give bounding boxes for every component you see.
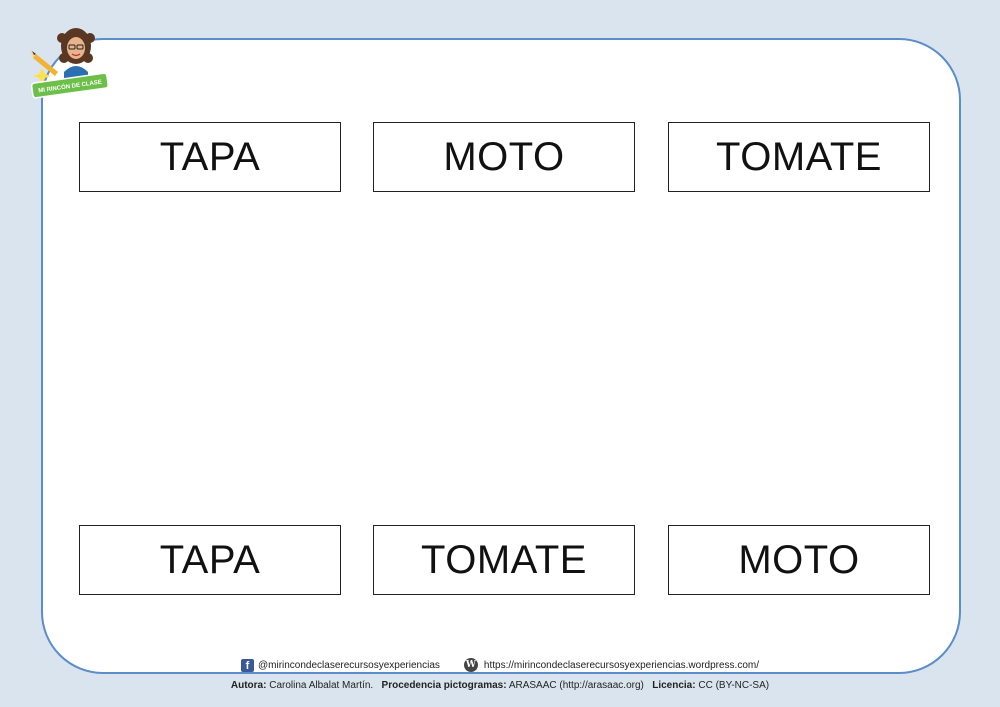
- author-label: Autora:: [230, 680, 267, 691]
- word-card-top-2[interactable]: MOTO: [373, 122, 635, 192]
- facebook-handle: @mirincondeclaserecursosyexperiencias: [257, 659, 440, 671]
- website-link[interactable]: W https://mirincondeclaserecursosyexperi…: [463, 658, 760, 672]
- word-card-bottom-3[interactable]: MOTO: [668, 525, 930, 595]
- word-label: TOMATE: [716, 134, 882, 179]
- mi-rincon-de-clase-logo: MI RINCÓN DE CLASE: [30, 28, 109, 99]
- word-card-bottom-1[interactable]: TAPA: [79, 525, 341, 595]
- facebook-icon: f: [240, 658, 254, 672]
- word-card-bottom-2[interactable]: TOMATE: [373, 525, 635, 595]
- word-card-top-1[interactable]: TAPA: [79, 122, 341, 192]
- word-label: MOTO: [443, 134, 565, 179]
- pictos-value: ARASAAC (http://arasaac.org): [508, 680, 644, 691]
- website-url: https://mirincondeclaserecursosyexperien…: [483, 659, 760, 671]
- footer-links: f @mirincondeclaserecursosyexperiencias …: [0, 656, 1000, 674]
- word-label: TAPA: [159, 537, 261, 582]
- footer-credits: Autora: Carolina Albalat Martín. Procede…: [0, 680, 1000, 696]
- word-card-top-3[interactable]: TOMATE: [668, 122, 930, 192]
- author-value: Carolina Albalat Martín.: [269, 680, 374, 691]
- license-label: Licencia:: [652, 680, 696, 691]
- pictos-label: Procedencia pictogramas:: [381, 680, 507, 691]
- wordpress-icon: W: [463, 658, 478, 672]
- facebook-link[interactable]: f @mirincondeclaserecursosyexperiencias: [240, 658, 440, 672]
- avatar: [57, 28, 95, 82]
- word-label: MOTO: [738, 537, 860, 582]
- word-label: TAPA: [159, 134, 261, 179]
- word-label: TOMATE: [421, 537, 587, 582]
- license-value: CC (BY-NC-SA): [698, 680, 770, 691]
